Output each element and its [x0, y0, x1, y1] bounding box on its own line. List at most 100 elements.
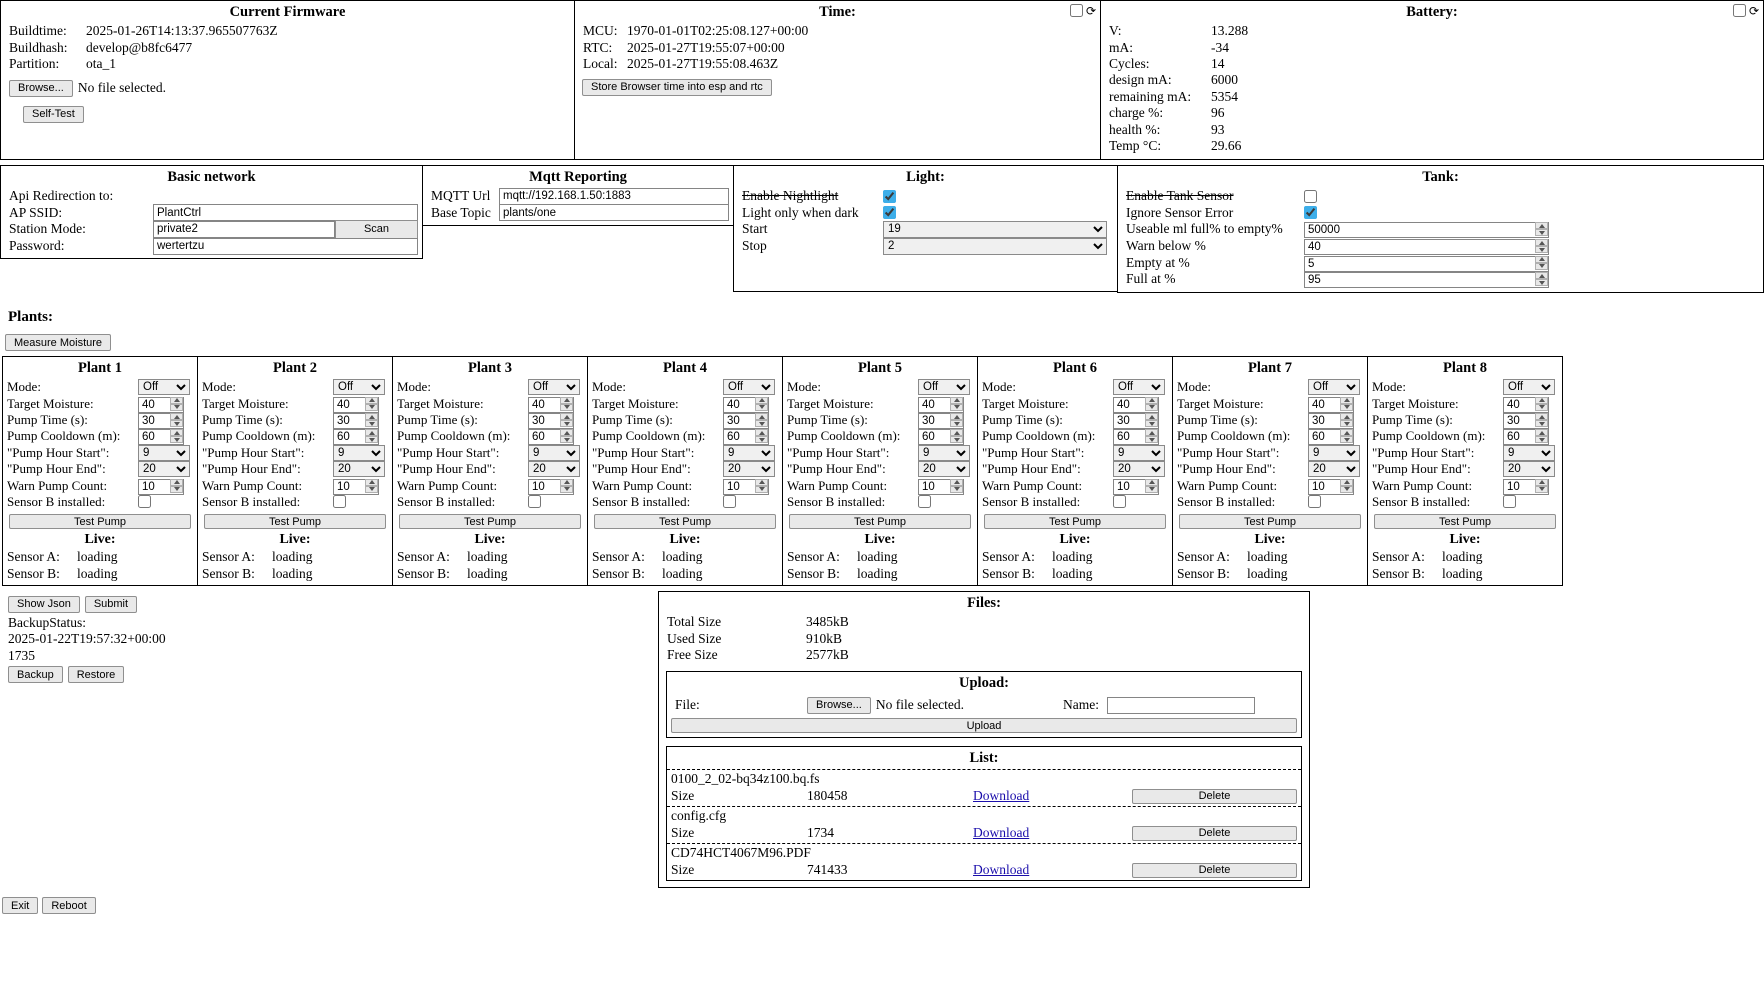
plant-pump-hour-end-select[interactable]: 20: [723, 461, 775, 477]
spinner-down-button[interactable]: [1535, 263, 1548, 270]
spinner-up-button[interactable]: [755, 413, 768, 420]
plant-sensor-b-checkbox[interactable]: [333, 495, 346, 508]
spinner-up-button[interactable]: [1340, 413, 1353, 420]
spinner-down-button[interactable]: [365, 420, 378, 427]
spinner-down-button[interactable]: [1145, 420, 1158, 427]
password-input[interactable]: [153, 238, 418, 255]
plant-mode-select[interactable]: Off: [918, 379, 970, 395]
scan-button[interactable]: Scan: [335, 220, 418, 239]
spinner-down-button[interactable]: [1535, 486, 1548, 493]
base-topic-input[interactable]: [499, 204, 729, 221]
spinner-up-button[interactable]: [1535, 222, 1548, 229]
spinner-up-button[interactable]: [560, 479, 573, 486]
file-delete-button[interactable]: Delete: [1132, 789, 1297, 804]
plant-pump-hour-start-select[interactable]: 9: [1308, 445, 1360, 461]
spinner-up-button[interactable]: [755, 479, 768, 486]
plant-sensor-b-checkbox[interactable]: [1308, 495, 1321, 508]
tank-full-input[interactable]: [1304, 272, 1549, 288]
light-stop-select[interactable]: 2: [883, 238, 1107, 255]
station-ssid-input[interactable]: [153, 221, 335, 238]
spinner-up-button[interactable]: [1145, 413, 1158, 420]
spinner-down-button[interactable]: [1340, 404, 1353, 411]
restore-button[interactable]: Restore: [68, 666, 125, 683]
plant-pump-hour-start-select[interactable]: 9: [918, 445, 970, 461]
plant-pump-hour-start-select[interactable]: 9: [138, 445, 190, 461]
spinner-up-button[interactable]: [560, 413, 573, 420]
upload-button[interactable]: Upload: [671, 718, 1297, 733]
plant-mode-select[interactable]: Off: [1503, 379, 1555, 395]
reboot-button[interactable]: Reboot: [42, 897, 95, 914]
spinner-down-button[interactable]: [1535, 436, 1548, 443]
plant-pump-hour-start-select[interactable]: 9: [333, 445, 385, 461]
upload-browse-button[interactable]: Browse...: [807, 697, 871, 714]
spinner-down-button[interactable]: [170, 404, 183, 411]
spinner-up-button[interactable]: [170, 429, 183, 436]
firmware-browse-button[interactable]: Browse...: [9, 80, 73, 97]
file-download-link[interactable]: Download: [973, 788, 1029, 804]
spinner-up-button[interactable]: [1145, 397, 1158, 404]
tank-useable-input[interactable]: [1304, 222, 1549, 238]
file-delete-button[interactable]: Delete: [1132, 826, 1297, 841]
spinner-up-button[interactable]: [1535, 272, 1548, 279]
test-pump-button[interactable]: Test Pump: [9, 514, 191, 529]
plant-sensor-b-checkbox[interactable]: [1113, 495, 1126, 508]
spinner-down-button[interactable]: [1535, 420, 1548, 427]
test-pump-button[interactable]: Test Pump: [1374, 514, 1556, 529]
spinner-up-button[interactable]: [1535, 397, 1548, 404]
spinner-down-button[interactable]: [365, 486, 378, 493]
backup-button[interactable]: Backup: [8, 666, 63, 683]
store-browser-time-button[interactable]: Store Browser time into esp and rtc: [582, 79, 772, 96]
spinner-up-button[interactable]: [1145, 429, 1158, 436]
plant-mode-select[interactable]: Off: [1308, 379, 1360, 395]
spinner-down-button[interactable]: [170, 420, 183, 427]
test-pump-button[interactable]: Test Pump: [594, 514, 776, 529]
exit-button[interactable]: Exit: [2, 897, 38, 914]
test-pump-button[interactable]: Test Pump: [399, 514, 581, 529]
spinner-down-button[interactable]: [1535, 229, 1548, 236]
plant-mode-select[interactable]: Off: [138, 379, 190, 395]
plant-mode-select[interactable]: Off: [1113, 379, 1165, 395]
file-download-link[interactable]: Download: [973, 862, 1029, 878]
plant-pump-hour-end-select[interactable]: 20: [1308, 461, 1360, 477]
plant-pump-hour-start-select[interactable]: 9: [1113, 445, 1165, 461]
spinner-down-button[interactable]: [1145, 404, 1158, 411]
plant-sensor-b-checkbox[interactable]: [138, 495, 151, 508]
spinner-down-button[interactable]: [1535, 279, 1548, 286]
spinner-down-button[interactable]: [755, 420, 768, 427]
plant-pump-hour-end-select[interactable]: 20: [138, 461, 190, 477]
spinner-down-button[interactable]: [1340, 420, 1353, 427]
spinner-down-button[interactable]: [950, 420, 963, 427]
spinner-up-button[interactable]: [1535, 479, 1548, 486]
spinner-up-button[interactable]: [755, 397, 768, 404]
spinner-up-button[interactable]: [365, 479, 378, 486]
plant-sensor-b-checkbox[interactable]: [918, 495, 931, 508]
spinner-up-button[interactable]: [560, 397, 573, 404]
spinner-down-button[interactable]: [170, 436, 183, 443]
spinner-up-button[interactable]: [1340, 429, 1353, 436]
plant-pump-hour-end-select[interactable]: 20: [528, 461, 580, 477]
spinner-up-button[interactable]: [950, 413, 963, 420]
spinner-up-button[interactable]: [950, 397, 963, 404]
spinner-up-button[interactable]: [365, 413, 378, 420]
plant-pump-hour-end-select[interactable]: 20: [1503, 461, 1555, 477]
spinner-up-button[interactable]: [1535, 429, 1548, 436]
tank-ignore-checkbox[interactable]: [1304, 206, 1317, 219]
spinner-up-button[interactable]: [170, 397, 183, 404]
measure-moisture-button[interactable]: Measure Moisture: [5, 334, 111, 351]
spinner-down-button[interactable]: [365, 436, 378, 443]
spinner-up-button[interactable]: [170, 413, 183, 420]
test-pump-button[interactable]: Test Pump: [1179, 514, 1361, 529]
spinner-down-button[interactable]: [950, 486, 963, 493]
light-dark-checkbox[interactable]: [883, 206, 896, 219]
spinner-up-button[interactable]: [1340, 479, 1353, 486]
spinner-down-button[interactable]: [1340, 436, 1353, 443]
spinner-up-button[interactable]: [755, 429, 768, 436]
spinner-up-button[interactable]: [560, 429, 573, 436]
plant-sensor-b-checkbox[interactable]: [528, 495, 541, 508]
ap-ssid-input[interactable]: [153, 204, 418, 221]
spinner-up-button[interactable]: [1340, 397, 1353, 404]
self-test-button[interactable]: Self-Test: [23, 106, 84, 123]
plant-mode-select[interactable]: Off: [528, 379, 580, 395]
plant-mode-select[interactable]: Off: [333, 379, 385, 395]
battery-refresh-icon[interactable]: ⟳: [1749, 5, 1759, 17]
